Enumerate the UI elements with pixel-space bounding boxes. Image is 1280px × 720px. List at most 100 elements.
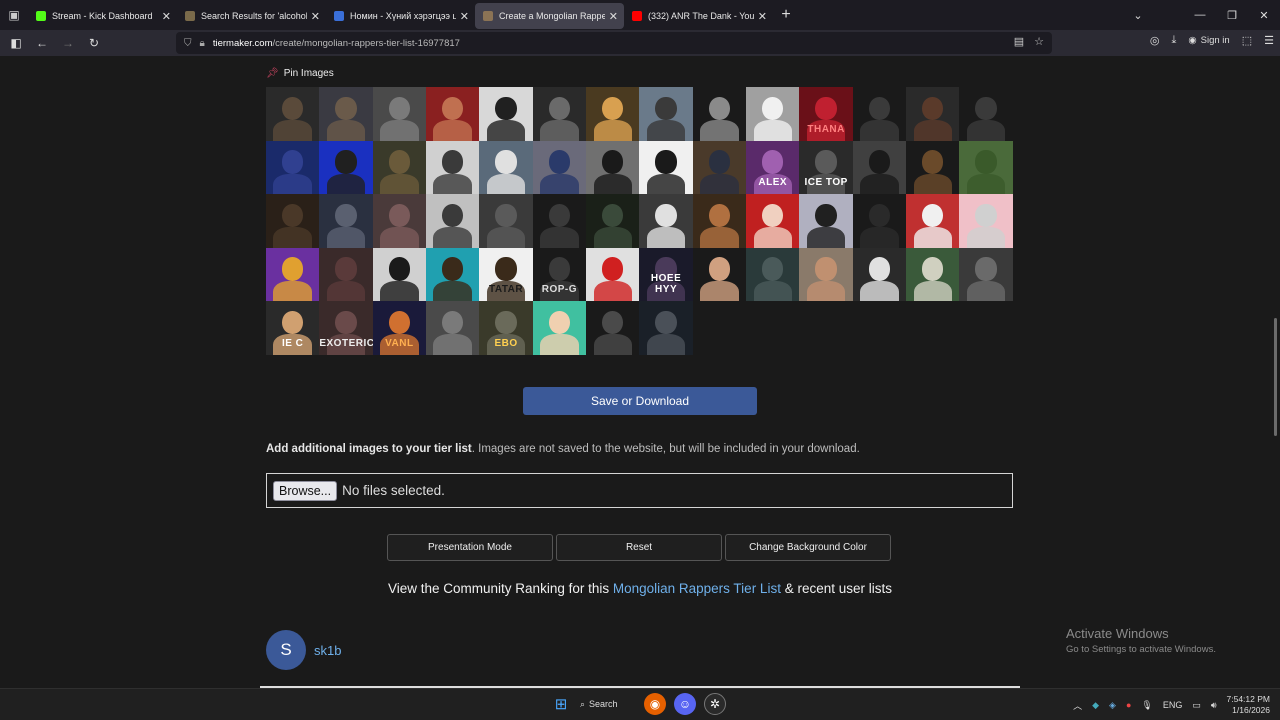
pool-image[interactable]: VANL [372, 301, 427, 355]
pool-image[interactable] [586, 247, 640, 301]
app-icon[interactable]: ✲ [704, 693, 726, 715]
pool-image[interactable] [639, 87, 693, 141]
pool-image[interactable] [959, 247, 1013, 301]
firefox-icon[interactable]: ◉ [644, 693, 666, 715]
microphone-icon[interactable]: 🎙︎ [1141, 700, 1152, 711]
pool-image[interactable] [266, 140, 320, 194]
tab-close-icon[interactable]: ✕ [311, 10, 320, 23]
tab-list-icon[interactable]: ▣ [0, 0, 28, 30]
pool-image[interactable]: ALEX [746, 140, 800, 194]
community-ranking-link[interactable]: Mongolian Rappers Tier List [613, 581, 781, 596]
pool-image[interactable] [959, 140, 1013, 194]
pool-image[interactable] [426, 87, 480, 141]
pool-image[interactable] [426, 194, 480, 248]
pool-image[interactable] [852, 247, 907, 301]
pool-image[interactable]: EXOTERIC [319, 301, 373, 355]
address-bar[interactable]: ⛉ 🔒︎ tiermaker.com /create/mongolian-rap… [176, 32, 1052, 54]
reload-icon[interactable]: ↻ [82, 31, 106, 55]
pool-image[interactable] [959, 194, 1013, 248]
pool-image[interactable] [426, 140, 480, 194]
new-tab-button[interactable]: + [773, 6, 799, 24]
pool-image[interactable] [532, 194, 587, 248]
pool-image[interactable]: ROP-G [532, 247, 587, 301]
tray-app-icon[interactable]: ◆ [1092, 700, 1099, 711]
pool-image[interactable] [906, 87, 960, 141]
pool-image[interactable] [799, 247, 853, 301]
reader-view-icon[interactable]: ▤ [1014, 35, 1024, 48]
pool-image[interactable] [586, 87, 640, 141]
pool-image[interactable] [372, 140, 427, 194]
forward-icon[interactable]: → [56, 31, 80, 55]
tab-close-icon[interactable]: ✕ [162, 10, 171, 23]
pool-image[interactable] [319, 194, 373, 248]
pool-image[interactable] [639, 194, 693, 248]
close-window-icon[interactable]: ✕ [1248, 9, 1280, 22]
pool-image[interactable] [319, 140, 373, 194]
pool-image[interactable] [959, 87, 1013, 141]
bookmark-star-icon[interactable]: ☆ [1034, 35, 1044, 48]
pool-image[interactable] [746, 247, 800, 301]
pool-image[interactable] [746, 194, 800, 248]
pool-image[interactable] [266, 247, 320, 301]
username-link[interactable]: sk1b [314, 643, 341, 658]
user-entry[interactable]: S sk1b [266, 630, 341, 670]
pool-image[interactable]: ICE TOP [799, 140, 853, 194]
lock-icon[interactable]: 🔒︎ [200, 38, 205, 49]
network-icon[interactable]: ▭ [1192, 700, 1201, 711]
pool-image[interactable] [586, 194, 640, 248]
scrollbar-thumb[interactable] [1274, 318, 1277, 436]
pool-image[interactable] [692, 140, 747, 194]
pool-image[interactable] [906, 194, 960, 248]
tab-close-icon[interactable]: ✕ [460, 10, 469, 23]
taskbar-search[interactable]: ⌕ Search [580, 693, 636, 715]
pool-image[interactable] [479, 87, 533, 141]
pool-image[interactable] [532, 87, 587, 141]
tab-2[interactable]: Номин - Хүний хэрэгцээ цэм б ✕ [326, 3, 475, 29]
chevron-down-icon[interactable]: ⌄ [1122, 9, 1154, 22]
sign-in-button[interactable]: ◉ Sign in [1188, 35, 1229, 46]
pool-image[interactable] [586, 301, 640, 355]
tab-4[interactable]: (332) ANR The Dank - YouTube ✕ [624, 3, 773, 29]
pool-image[interactable] [319, 247, 373, 301]
pool-image[interactable] [799, 194, 853, 248]
discord-icon[interactable]: ☺ [674, 693, 696, 715]
pool-image[interactable] [692, 87, 747, 141]
pool-image[interactable]: EBO [479, 301, 533, 355]
browse-button[interactable]: Browse... [273, 480, 338, 501]
pool-image[interactable] [266, 194, 320, 248]
pool-image[interactable] [266, 87, 320, 141]
tab-3[interactable]: Create a Mongolian Rappers Ti ✕ [475, 3, 624, 29]
page-scrollbar[interactable] [1272, 56, 1280, 688]
extensions-icon[interactable]: ⬚ [1242, 34, 1252, 47]
pool-image[interactable] [479, 140, 533, 194]
pool-image[interactable] [426, 301, 480, 355]
pool-image[interactable] [852, 87, 907, 141]
pool-image[interactable] [372, 87, 427, 141]
menu-icon[interactable]: ☰ [1264, 34, 1274, 47]
volume-icon[interactable]: 🔊︎ [1211, 700, 1217, 711]
download-icon[interactable]: ⤓ [1171, 34, 1176, 47]
pool-image[interactable]: THANA [799, 87, 853, 141]
tray-record-icon[interactable]: ● [1126, 700, 1131, 710]
pool-image[interactable] [372, 194, 427, 248]
sidebar-icon[interactable]: ◧ [4, 31, 28, 55]
pool-image[interactable]: IE C [266, 301, 320, 355]
pool-image[interactable] [639, 301, 693, 355]
pool-image[interactable] [319, 87, 373, 141]
restore-icon[interactable]: ❐ [1216, 9, 1248, 22]
tab-0[interactable]: Stream - Kick Dashboard ✕ [28, 3, 177, 29]
windows-start-icon[interactable]: ⊞ [550, 693, 572, 715]
pool-image[interactable] [426, 247, 480, 301]
shield-icon[interactable]: ⛉ [184, 38, 192, 49]
reset-button[interactable]: Reset [556, 534, 722, 561]
steam-icon[interactable]: ◈ [1109, 700, 1116, 711]
pool-image[interactable] [692, 194, 747, 248]
presentation-mode-button[interactable]: Presentation Mode [387, 534, 553, 561]
file-upload-field[interactable]: Browse... No files selected. [266, 473, 1013, 508]
pool-image[interactable]: HOEE HYY [639, 247, 693, 301]
pool-image[interactable] [532, 140, 587, 194]
pool-image[interactable] [372, 247, 427, 301]
tab-close-icon[interactable]: ✕ [758, 10, 767, 23]
screenshot-icon[interactable]: ◎ [1150, 34, 1160, 47]
pool-image[interactable]: TATAR [479, 247, 533, 301]
